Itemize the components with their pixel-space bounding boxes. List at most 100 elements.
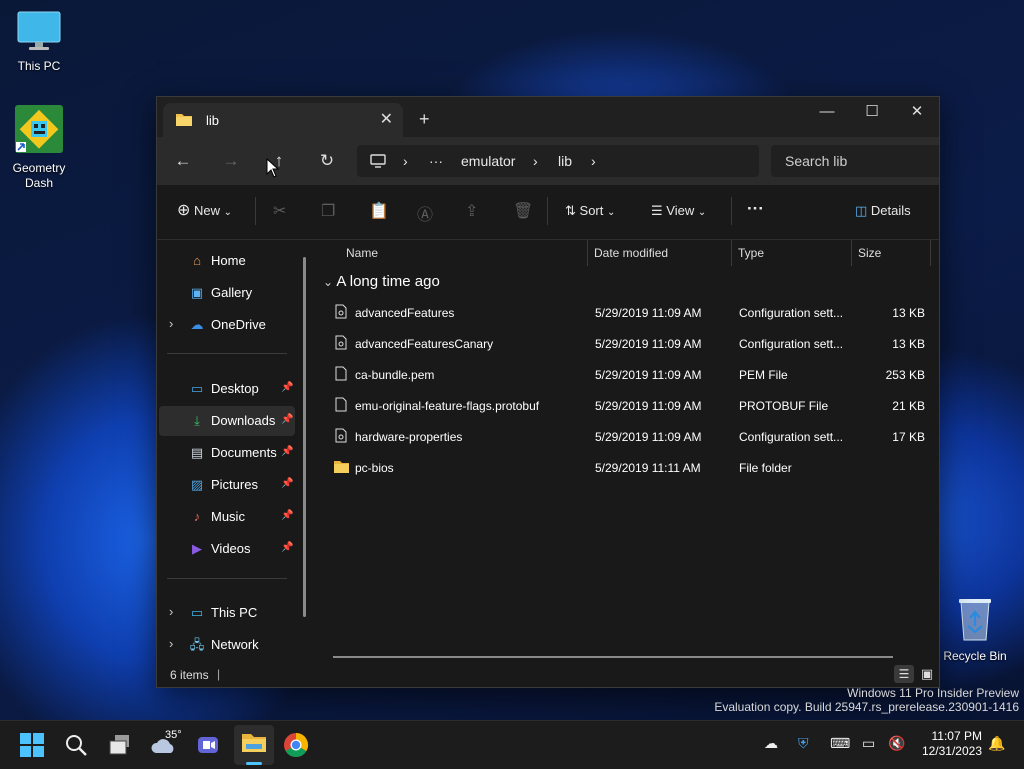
sidebar-scrollbar[interactable] [303,257,306,617]
desktop-icon-this-pc[interactable]: This PC [0,10,78,73]
pin-icon[interactable]: 📌 [281,414,293,425]
tab-lib[interactable]: lib ✕ [163,103,403,137]
desktop-icon-recycle-bin[interactable]: Recycle Bin [936,596,1014,663]
file-row[interactable]: pc-bios 5/29/2019 11:11 AM File folder [327,453,933,481]
file-type: PEM File [739,368,788,382]
minimize-button[interactable]: — [804,97,850,127]
sidebar-item-videos[interactable]: ▶ Videos 📌 [159,534,295,564]
maximize-button[interactable]: ☐ [849,97,895,127]
file-row[interactable]: emu-original-feature-flags.protobuf 5/29… [327,391,933,419]
sidebar-item-desktop[interactable]: ▭ Desktop 📌 [159,374,295,404]
cut-icon[interactable]: ✂ [273,201,286,221]
paste-icon[interactable]: 📋 [369,201,389,221]
group-header[interactable]: ⌄ A long time ago [323,273,440,290]
tiles-view-icon[interactable]: ▣ [917,665,937,683]
picture-icon: ▨ [190,477,204,492]
windows-watermark: Windows 11 Pro Insider Preview Evaluatio… [714,686,1019,714]
start-button[interactable] [16,729,48,761]
weather-widget[interactable]: 35° [148,729,188,761]
column-header-type[interactable]: Type [738,246,764,260]
sidebar-item-music[interactable]: ♪ Music 📌 [159,502,295,532]
taskbar: 35° ☁ ⛨ ⌨ ▭ 🔇 11:07 PM 12/31/2023 🔔 [0,720,1024,769]
file-date: 5/29/2019 11:09 AM [595,306,702,320]
pin-icon[interactable]: 📌 [281,478,293,489]
volume-muted-icon[interactable]: 🔇 [888,735,905,752]
more-options-button[interactable]: ··· [747,199,764,219]
chevron-right-icon[interactable]: › [169,604,173,619]
chevron-right-icon[interactable]: › [169,316,173,331]
search-input[interactable] [771,145,949,177]
close-tab-icon[interactable]: ✕ [380,109,393,129]
horizontal-scrollbar[interactable] [333,656,893,658]
command-bar: ⊕ New ⌄ ✂ ❐ 📋 Ⓐ ⇪ 🗑 ⇅ Sort ⌄ ☰ View ⌄ ··… [157,185,939,240]
breadcrumb-emulator[interactable]: emulator [461,153,515,169]
task-view-button[interactable] [104,729,136,761]
sidebar-item-documents[interactable]: ▤ Documents 📌 [159,438,295,468]
chrome-button[interactable] [280,729,312,761]
file-name: advancedFeatures [355,306,455,320]
sidebar-item-pictures[interactable]: ▨ Pictures 📌 [159,470,295,500]
security-shield-icon[interactable]: ⛨ [798,735,809,752]
file-row[interactable]: advancedFeaturesCanary 5/29/2019 11:09 A… [327,329,933,357]
address-bar[interactable]: › ··· emulator › lib › [357,145,759,177]
pin-icon[interactable]: 📌 [281,542,293,553]
column-headers: Name Date modified Type Size [315,240,939,266]
clock[interactable]: 11:07 PM 12/31/2023 [912,729,982,759]
sort-button[interactable]: ⇅ Sort ⌄ [565,203,615,219]
delete-icon[interactable]: 🗑 [513,201,533,221]
teams-button[interactable] [192,729,224,761]
sidebar-item-downloads[interactable]: ⤓ Downloads 📌 [159,406,295,436]
notification-bell-icon[interactable]: 🔔 [988,735,1005,752]
sidebar-item-this-pc[interactable]: › ▭ This PC [159,598,295,628]
chevron-down-icon: ⌄ [607,207,616,218]
details-view-icon[interactable]: ☰ [894,665,914,683]
chevron-down-icon: ⌄ [323,275,334,289]
file-explorer-window: lib ✕ + — ☐ ✕ ← → ↑ ↻ › ··· emulator › l… [156,96,949,688]
pin-icon[interactable]: 📌 [281,510,293,521]
rename-icon[interactable]: Ⓐ [417,201,433,225]
forward-arrow-icon[interactable]: → [217,147,245,175]
folder-icon [176,114,192,126]
file-name: hardware-properties [355,430,463,444]
file-size: 13 KB [892,306,925,320]
sidebar-item-home[interactable]: ⌂ Home [159,246,295,276]
new-tab-button[interactable]: + [419,109,430,130]
view-button[interactable]: ☰ View ⌄ [651,203,706,219]
new-button[interactable]: ⊕ New ⌄ [177,200,232,220]
network-icon: 🖧 [189,637,205,652]
details-button[interactable]: ◫ Details [855,203,911,219]
new-label: New [194,203,221,218]
chevron-right-icon[interactable]: › [169,636,173,651]
file-row[interactable]: hardware-properties 5/29/2019 11:09 AM C… [327,422,933,450]
column-header-size[interactable]: Size [858,246,881,260]
sidebar-item-gallery[interactable]: ▣ Gallery [159,278,295,308]
refresh-icon[interactable]: ↻ [313,147,341,175]
file-row[interactable]: advancedFeatures 5/29/2019 11:09 AM Conf… [327,298,933,326]
display-icon[interactable]: ▭ [862,735,875,752]
back-arrow-icon[interactable]: ← [169,147,197,175]
desktop-icon-geometry-dash[interactable]: Geometry Dash [0,104,78,191]
file-explorer-button[interactable] [234,725,274,765]
details-label: Details [870,203,911,218]
breadcrumb-overflow[interactable]: ··· [429,153,443,169]
search-box[interactable] [771,145,949,177]
geometry-dash-icon [0,104,78,157]
file-row[interactable]: ca-bundle.pem 5/29/2019 11:09 AM PEM Fil… [327,360,933,388]
sidebar-item-onedrive[interactable]: › ☁ OneDrive [159,310,295,340]
breadcrumb-lib[interactable]: lib [558,153,572,169]
pin-icon[interactable]: 📌 [281,382,293,393]
column-header-date[interactable]: Date modified [594,246,668,260]
keyboard-icon[interactable]: ⌨ [830,735,850,752]
column-header-name[interactable]: Name [346,246,378,260]
watermark-line1: Windows 11 Pro Insider Preview [847,686,1019,700]
file-icon [335,397,347,412]
pin-icon[interactable]: 📌 [281,446,293,457]
network-disconnected-icon[interactable]: ☁ [764,735,778,752]
copy-icon[interactable]: ❐ [321,201,335,221]
sidebar-item-network[interactable]: › 🖧 Network [159,630,295,660]
close-window-button[interactable]: ✕ [894,97,940,127]
share-icon[interactable]: ⇪ [465,201,478,221]
chevron-right-icon: › [533,153,538,169]
search-button[interactable] [60,729,92,761]
active-app-indicator [246,762,262,765]
